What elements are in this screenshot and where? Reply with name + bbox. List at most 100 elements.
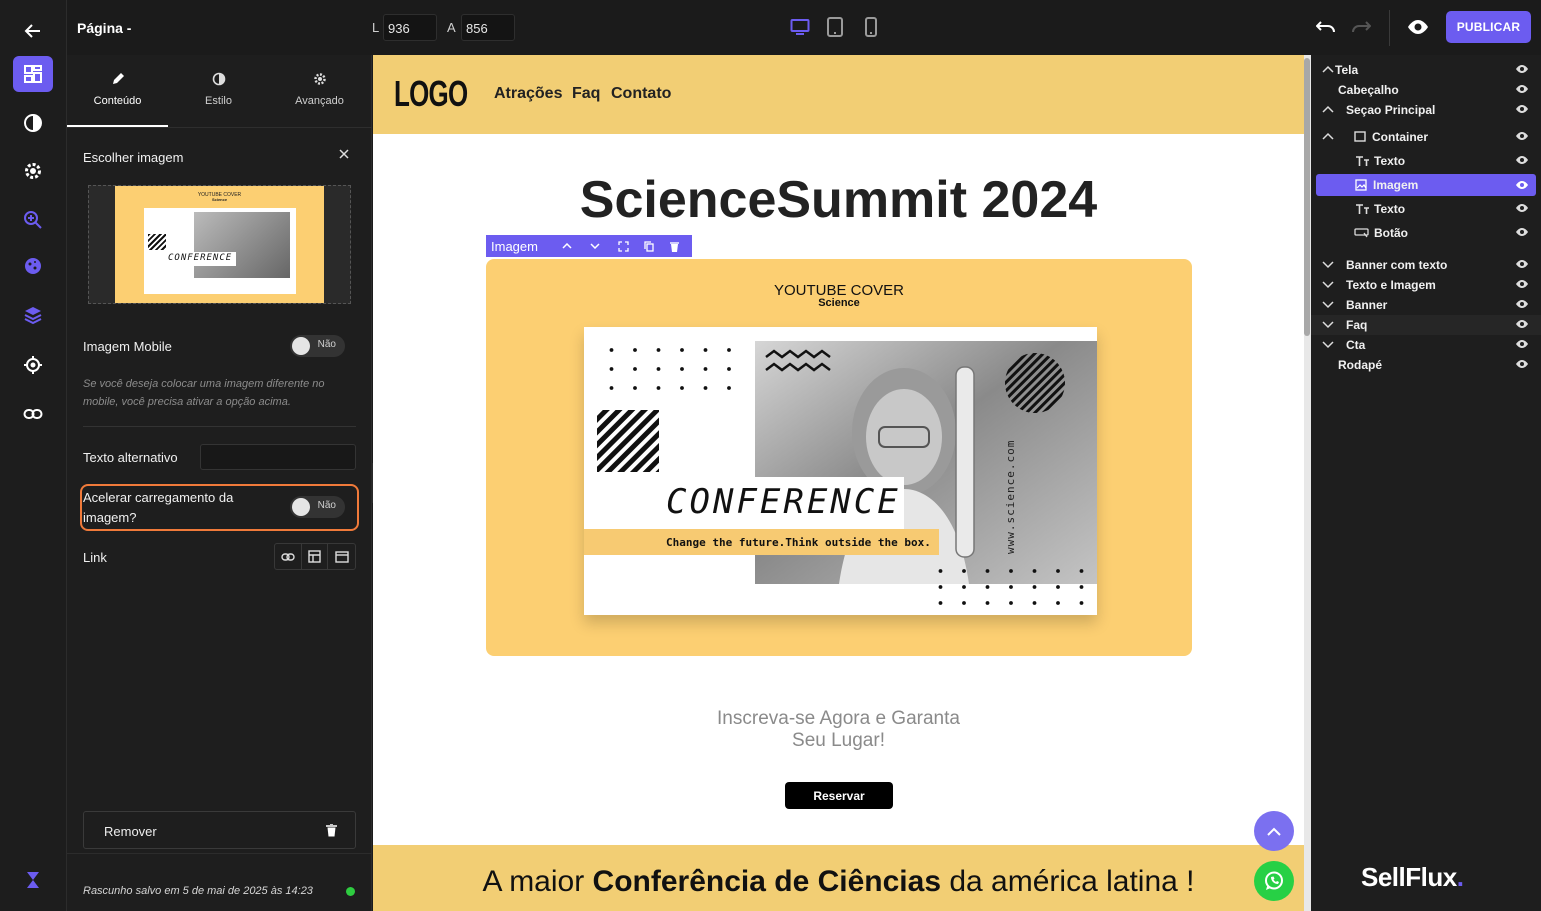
cta-line-2: Seu Lugar! bbox=[792, 730, 885, 751]
visibility-eye-icon bbox=[1516, 280, 1528, 288]
link-icon[interactable] bbox=[13, 396, 53, 432]
visibility-eye-icon bbox=[1516, 65, 1528, 73]
chevron-down-icon bbox=[1322, 281, 1334, 289]
desktop-view-icon[interactable] bbox=[790, 17, 810, 37]
move-down-icon[interactable] bbox=[581, 243, 609, 249]
cover-subtitle: Science bbox=[818, 297, 860, 309]
settings-gear-icon[interactable] bbox=[13, 153, 53, 189]
zoom-search-icon[interactable] bbox=[13, 202, 53, 238]
cover-url: www.science.com bbox=[1004, 439, 1017, 554]
tab-label: Estilo bbox=[205, 95, 232, 107]
tree-item-rodape[interactable]: Rodapé bbox=[1311, 355, 1541, 375]
redo-icon[interactable] bbox=[1351, 19, 1371, 35]
tab-label: Avançado bbox=[295, 95, 344, 107]
chevron-up-icon bbox=[1322, 132, 1334, 140]
toggle-text: Não bbox=[317, 339, 336, 350]
tree-item-banner[interactable]: Banner bbox=[1311, 295, 1541, 315]
left-rail bbox=[0, 0, 67, 911]
mobile-image-toggle[interactable]: Não bbox=[290, 335, 345, 357]
site-logo[interactable]: LOGO bbox=[394, 73, 468, 115]
alt-text-input[interactable] bbox=[200, 444, 356, 470]
whatsapp-button[interactable] bbox=[1254, 861, 1294, 901]
tree-label: Rodapé bbox=[1338, 358, 1383, 372]
tree-item-texto-e-imagem[interactable]: Texto e Imagem bbox=[1311, 275, 1541, 295]
banner-text-pre: A maior bbox=[482, 865, 593, 898]
tree-item-cabecalho[interactable]: Cabeçalho bbox=[1311, 80, 1541, 100]
image-picker[interactable]: YOUTUBE COVER Science CONFERENCE bbox=[88, 185, 351, 304]
canvas-scrollbar-thumb[interactable] bbox=[1304, 58, 1310, 336]
link-type-group bbox=[274, 543, 356, 570]
tab-estilo[interactable]: Estilo bbox=[168, 55, 269, 127]
remove-button[interactable]: Remover bbox=[83, 811, 356, 849]
width-input[interactable]: 936 bbox=[383, 14, 437, 41]
visibility-eye-icon bbox=[1516, 105, 1528, 113]
tree-item-botao[interactable]: Botão bbox=[1311, 223, 1541, 243]
tablet-view-icon[interactable] bbox=[826, 17, 844, 37]
fullscreen-icon[interactable] bbox=[609, 240, 637, 252]
scroll-top-button[interactable] bbox=[1254, 811, 1294, 851]
delete-icon[interactable] bbox=[661, 241, 687, 252]
layers-icon[interactable] bbox=[13, 297, 53, 333]
close-icon[interactable] bbox=[338, 148, 350, 160]
back-arrow-icon[interactable] bbox=[13, 13, 53, 49]
nav-faq[interactable]: Faq bbox=[572, 85, 600, 103]
lazy-load-toggle[interactable]: Não bbox=[290, 496, 345, 518]
thumb-conference: CONFERENCE bbox=[164, 252, 236, 266]
link-label: Link bbox=[83, 550, 107, 565]
visibility-eye-icon bbox=[1516, 340, 1528, 348]
chevron-up-icon bbox=[1267, 827, 1281, 836]
tree-item-imagem[interactable]: Imagem bbox=[1316, 174, 1536, 196]
remove-label: Remover bbox=[104, 824, 157, 839]
nav-atracoes[interactable]: Atrações bbox=[494, 85, 562, 103]
cookie-icon[interactable] bbox=[13, 248, 53, 284]
nav-contato[interactable]: Contato bbox=[611, 85, 671, 103]
tree-item-tela[interactable]: Tela bbox=[1311, 60, 1541, 80]
tree-item-banner-com-texto[interactable]: Banner com texto bbox=[1311, 255, 1541, 275]
tree-item-texto-2[interactable]: Texto bbox=[1311, 199, 1541, 219]
tree-item-secao-principal[interactable]: Seçao Principal bbox=[1311, 100, 1541, 120]
link-page-icon[interactable] bbox=[302, 544, 329, 569]
lazy-load-label-2: imagem? bbox=[83, 510, 137, 525]
duplicate-icon[interactable] bbox=[637, 240, 661, 252]
chevron-up-icon bbox=[1322, 65, 1334, 73]
mobile-image-label: Imagem Mobile bbox=[83, 339, 172, 354]
mobile-view-icon[interactable] bbox=[864, 17, 878, 37]
tab-conteudo[interactable]: Conteúdo bbox=[67, 55, 168, 127]
visibility-eye-icon bbox=[1516, 260, 1528, 268]
footer-divider bbox=[67, 853, 372, 854]
preview-eye-icon[interactable] bbox=[1407, 18, 1429, 36]
cta-text[interactable]: Inscreva-se Agora e Garanta Seu Lugar! bbox=[373, 708, 1304, 752]
tree-label: Cta bbox=[1346, 338, 1366, 352]
tree-item-texto-1[interactable]: Texto bbox=[1311, 151, 1541, 171]
tree-item-cta[interactable]: Cta bbox=[1311, 335, 1541, 355]
reserve-button[interactable]: Reservar bbox=[785, 782, 893, 809]
tree-item-container[interactable]: Container bbox=[1311, 127, 1541, 147]
layers-tree: Tela Cabeçalho Seçao Principal Container… bbox=[1311, 55, 1541, 911]
height-label: A bbox=[447, 20, 456, 35]
toggle-knob bbox=[292, 498, 310, 516]
link-url-icon[interactable] bbox=[275, 544, 302, 569]
properties-panel: Conteúdo Estilo Avançado Escolher imagem… bbox=[67, 55, 372, 911]
visibility-eye-icon bbox=[1516, 228, 1528, 236]
cover-image[interactable]: YOUTUBE COVER Science CONFERENCE Change … bbox=[486, 259, 1192, 656]
tree-item-faq[interactable]: Faq bbox=[1311, 315, 1541, 335]
element-toolbar: Imagem bbox=[486, 235, 692, 257]
target-icon[interactable] bbox=[13, 347, 53, 383]
visibility-eye-icon bbox=[1516, 132, 1528, 140]
banner-heading[interactable]: A maior Conferência de Ciências da améri… bbox=[373, 865, 1304, 899]
tab-avancado[interactable]: Avançado bbox=[269, 55, 370, 127]
link-popup-icon[interactable] bbox=[328, 544, 355, 569]
contrast-icon[interactable] bbox=[13, 105, 53, 141]
publish-button[interactable]: PUBLICAR bbox=[1446, 11, 1531, 43]
status-dot bbox=[346, 887, 355, 896]
height-input[interactable]: 856 bbox=[461, 14, 515, 41]
move-up-icon[interactable] bbox=[553, 243, 581, 249]
thumb-photo bbox=[194, 212, 290, 278]
hero-title[interactable]: ScienceSummit 2024 bbox=[373, 170, 1304, 230]
undo-icon[interactable] bbox=[1316, 19, 1336, 35]
layout-grid-icon[interactable] bbox=[13, 56, 53, 92]
tree-label: Texto bbox=[1374, 202, 1406, 216]
cover-conference: CONFERENCE bbox=[666, 482, 901, 522]
banner-section: A maior Conferência de Ciências da améri… bbox=[373, 845, 1304, 911]
hourglass-icon[interactable] bbox=[13, 862, 53, 898]
